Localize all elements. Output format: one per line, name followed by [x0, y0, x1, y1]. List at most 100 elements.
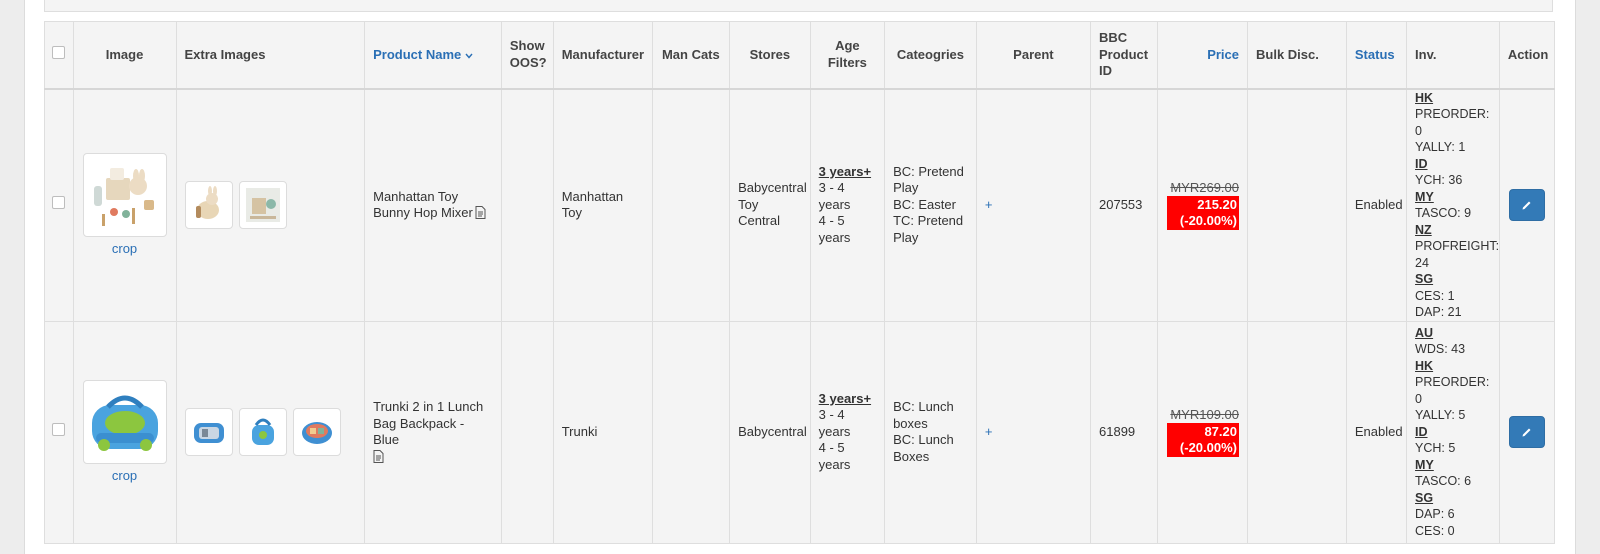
bulk-disc-cell — [1247, 88, 1347, 322]
inv-item: YCH: 36 — [1415, 173, 1463, 187]
add-parent-link[interactable]: + — [985, 424, 993, 439]
inv-item: TASCO: 6 — [1415, 474, 1472, 489]
status-sort-link[interactable]: Status — [1355, 47, 1395, 62]
inventory-cell: HK PREORDER: 0 YALLY: 1 ID YCH: 36 MY TA… — [1406, 88, 1500, 322]
bbc-id-cell: 61899 — [1089, 320, 1159, 544]
product-name-cell: Manhattan Toy Bunny Hop Mixer — [364, 88, 502, 322]
product-name: Trunki 2 in 1 Lunch Bag Backpack - Blue — [373, 399, 484, 447]
price-original: MYR269.00 — [1170, 179, 1239, 195]
col-image: Image — [72, 21, 177, 90]
col-bbc-product-id: BBC Product ID — [1089, 21, 1159, 90]
store-name: Babycentral — [738, 180, 807, 196]
age-filters-label-2: Filters — [827, 54, 867, 70]
man-cats-cell — [651, 88, 731, 322]
document-icon[interactable] — [475, 206, 486, 219]
col-status[interactable]: Status — [1345, 21, 1408, 90]
row-checkbox[interactable] — [52, 196, 66, 210]
category: BC: Easter — [893, 196, 956, 212]
inv-item: TASCO: 9 — [1415, 206, 1472, 220]
show-oos-label-1: Show — [509, 38, 545, 54]
pencil-icon — [1522, 428, 1531, 437]
extra-image-thumb[interactable] — [238, 181, 287, 229]
inv-item: 24 — [1415, 255, 1429, 270]
extra-image-thumb[interactable] — [184, 408, 233, 456]
chevron-down-icon — [465, 53, 473, 59]
price-discounted: 87.20 (-20.00%) — [1167, 423, 1239, 458]
table-header-row: Image Extra Images Product Name Show OOS?… — [44, 21, 1556, 90]
status-cell: Enabled — [1345, 320, 1408, 544]
bunny-mixer-image — [93, 167, 154, 226]
extra-image-thumb[interactable] — [184, 181, 233, 229]
add-parent-link[interactable]: + — [985, 197, 993, 212]
inv-region: MY — [1415, 189, 1434, 204]
store-name: Toy Central — [738, 196, 781, 229]
price-new-value: 215.20 — [1197, 197, 1237, 213]
table-row: crop — [44, 88, 1556, 322]
inv-item: PREORDER: 0 — [1415, 375, 1490, 406]
price-new-value: 87.20 — [1204, 424, 1237, 440]
bbc-id-label-3: ID — [1099, 63, 1112, 78]
age-filter: 4 - 5 years — [818, 440, 851, 472]
extra-image-thumb[interactable] — [238, 408, 287, 456]
bbc-id-label-1: BBC — [1099, 30, 1128, 45]
trunki-extra-3 — [301, 422, 332, 444]
parent-cell: + — [975, 88, 1092, 322]
trunki-extra-1 — [193, 423, 224, 443]
products-table: Image Extra Images Product Name Show OOS?… — [44, 21, 1556, 544]
price-sort-link[interactable]: Price — [1207, 47, 1239, 62]
product-name: Manhattan Toy Bunny Hop Mixer — [373, 188, 473, 221]
price-discounted: 215.20 (-20.00%) — [1167, 196, 1239, 231]
trunki-extra-2 — [251, 418, 274, 445]
inv-region: SG — [1415, 490, 1434, 505]
bunny-mixer-extra-1 — [195, 186, 219, 219]
extra-image-thumb[interactable] — [292, 408, 341, 456]
row-checkbox[interactable] — [52, 423, 66, 437]
image-cell: crop — [72, 320, 177, 544]
inv-region: HK — [1415, 90, 1434, 105]
edit-button[interactable] — [1508, 189, 1545, 221]
bulk-disc-cell — [1247, 320, 1347, 544]
product-name-cell: Trunki 2 in 1 Lunch Bag Backpack - Blue — [364, 320, 502, 544]
age-filter-main[interactable]: 3 years+ — [819, 164, 871, 179]
man-cats-cell — [651, 320, 731, 544]
col-categories: Cateogries — [884, 21, 977, 90]
product-image[interactable] — [82, 152, 167, 237]
product-name-sort-link[interactable]: Product Name — [373, 47, 473, 62]
action-cell — [1498, 320, 1556, 544]
inv-item: YALLY: 5 — [1415, 408, 1466, 423]
product-name-label: Product Name — [373, 46, 462, 62]
manufacturer-cell: Manhattan Toy — [552, 88, 653, 322]
edit-button[interactable] — [1508, 416, 1545, 448]
inv-item: PREORDER: 0 — [1415, 107, 1490, 138]
bunny-mixer-extra-2 — [245, 188, 280, 222]
bbc-id-label-2: Product — [1099, 46, 1149, 62]
document-icon[interactable] — [373, 449, 384, 463]
col-price[interactable]: Price — [1157, 21, 1248, 90]
stores-cell: Babycentral — [729, 320, 811, 544]
crop-link[interactable]: crop — [82, 241, 168, 258]
col-manufacturer: Manufacturer — [552, 21, 653, 90]
categories-cell: BC: Lunch boxes BC: Lunch Boxes — [884, 320, 977, 544]
price-cell: MYR269.00 215.20 (-20.00%) — [1157, 88, 1248, 322]
col-man-cats: Man Cats — [651, 21, 731, 90]
age-filter: 3 - 4 years — [818, 180, 851, 212]
row-select-cell — [44, 320, 74, 544]
col-product-name[interactable]: Product Name — [364, 21, 502, 90]
price-discount-pct: (-20.00%) — [1179, 440, 1237, 456]
age-filter-main[interactable]: 3 years+ — [819, 391, 871, 406]
show-oos-label-2: OOS? — [509, 54, 547, 70]
category: BC: Lunch Boxes — [893, 432, 954, 464]
age-filter: 3 - 4 years — [818, 407, 851, 439]
col-stores: Stores — [729, 21, 811, 90]
price-original: MYR109.00 — [1170, 406, 1239, 422]
age-filter: 4 - 5 years — [818, 213, 851, 245]
inv-item: CES: 1 — [1415, 288, 1455, 303]
price-discount-pct: (-20.00%) — [1179, 213, 1237, 229]
col-inv: Inv. — [1406, 21, 1500, 90]
product-image[interactable] — [82, 379, 167, 464]
categories-cell: BC: Pretend Play BC: Easter TC: Pretend Pl… — [884, 88, 977, 322]
extra-images-cell — [175, 88, 366, 322]
category: BC: Pretend Play — [893, 163, 964, 196]
crop-link[interactable]: crop — [82, 468, 168, 485]
select-all-checkbox[interactable] — [52, 46, 66, 59]
